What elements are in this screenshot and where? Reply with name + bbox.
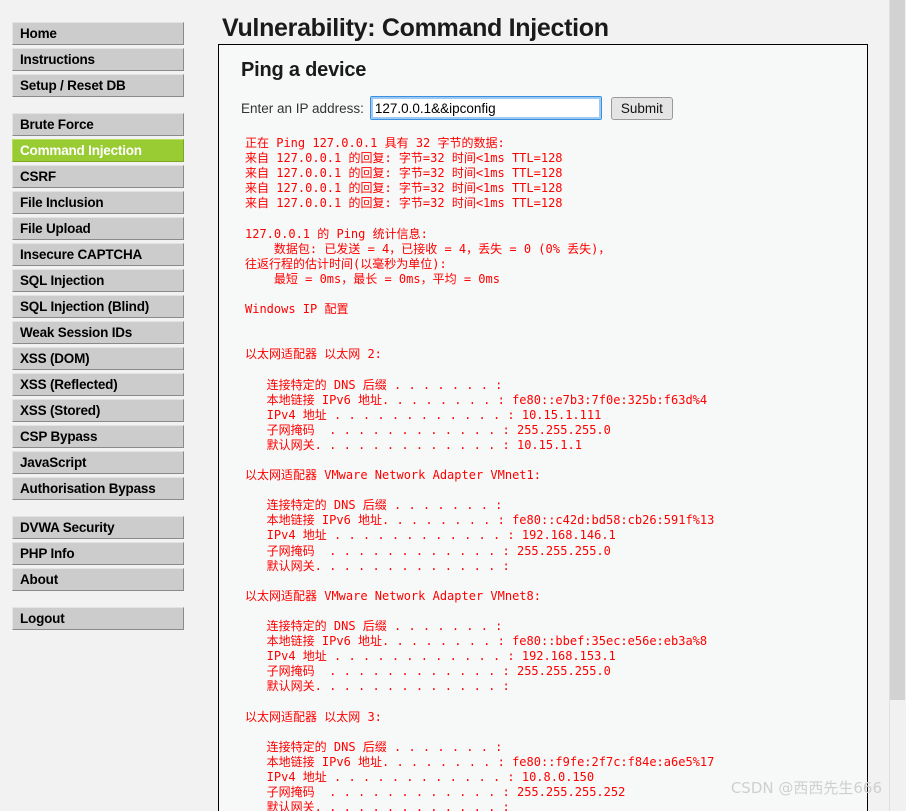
dvwa-page: Home Instructions Setup / Reset DB Brute Fo… xyxy=(0,0,906,811)
sidebar-item-csp-bypass[interactable]: CSP Bypass xyxy=(12,425,184,448)
sidebar-item-instructions[interactable]: Instructions xyxy=(12,48,184,71)
sidebar-item-insecure-captcha[interactable]: Insecure CAPTCHA xyxy=(12,243,184,266)
sidebar-navigation: Home Instructions Setup / Reset DB Brute Fo… xyxy=(0,0,196,811)
sidebar-item-xss-dom[interactable]: XSS (DOM) xyxy=(12,347,184,370)
sidebar-item-sql-injection-blind[interactable]: SQL Injection (Blind) xyxy=(12,295,184,318)
page-scrollbar-thumb[interactable] xyxy=(890,0,905,700)
sidebar-item-command-injection[interactable]: Command Injection xyxy=(12,139,184,162)
sidebar-item-dvwa-security[interactable]: DVWA Security xyxy=(12,516,184,539)
sidebar-item-javascript[interactable]: JavaScript xyxy=(12,451,184,474)
sidebar-item-sql-injection[interactable]: SQL Injection xyxy=(12,269,184,292)
page-title: Vulnerability: Command Injection xyxy=(222,14,609,42)
sidebar-item-authorisation-bypass[interactable]: Authorisation Bypass xyxy=(12,477,184,500)
ip-address-input[interactable] xyxy=(369,96,602,120)
sidebar-item-xss-stored[interactable]: XSS (Stored) xyxy=(12,399,184,422)
command-output: 正在 Ping 127.0.0.1 具有 32 字节的数据: 来自 127.0.… xyxy=(245,136,715,811)
sidebar-item-csrf[interactable]: CSRF xyxy=(12,165,184,188)
page-scrollbar[interactable] xyxy=(889,0,906,811)
sidebar-group: Logout xyxy=(0,607,196,630)
sidebar-item-home[interactable]: Home xyxy=(12,22,184,45)
ip-address-label: Enter an IP address: xyxy=(241,100,364,116)
panel-heading: Ping a device xyxy=(241,59,367,81)
sidebar-item-file-inclusion[interactable]: File Inclusion xyxy=(12,191,184,214)
sidebar-item-xss-reflected[interactable]: XSS (Reflected) xyxy=(12,373,184,396)
ping-form: Enter an IP address: Submit xyxy=(241,96,867,120)
main-content: Vulnerability: Command Injection Ping a … xyxy=(196,0,886,811)
sidebar-group: Brute Force Command Injection CSRF File Inc… xyxy=(0,113,196,500)
vulnerability-panel: Ping a device Enter an IP address: Submi… xyxy=(218,44,868,811)
sidebar-item-about[interactable]: About xyxy=(12,568,184,591)
sidebar-item-brute-force[interactable]: Brute Force xyxy=(12,113,184,136)
sidebar-item-file-upload[interactable]: File Upload xyxy=(12,217,184,240)
sidebar-item-weak-session-ids[interactable]: Weak Session IDs xyxy=(12,321,184,344)
submit-button[interactable]: Submit xyxy=(610,96,673,120)
sidebar-group: DVWA Security PHP Info About xyxy=(0,516,196,591)
sidebar-item-logout[interactable]: Logout xyxy=(12,607,184,630)
sidebar-item-setup-reset-db[interactable]: Setup / Reset DB xyxy=(12,74,184,97)
sidebar-group: Home Instructions Setup / Reset DB xyxy=(0,22,196,97)
sidebar-item-php-info[interactable]: PHP Info xyxy=(12,542,184,565)
